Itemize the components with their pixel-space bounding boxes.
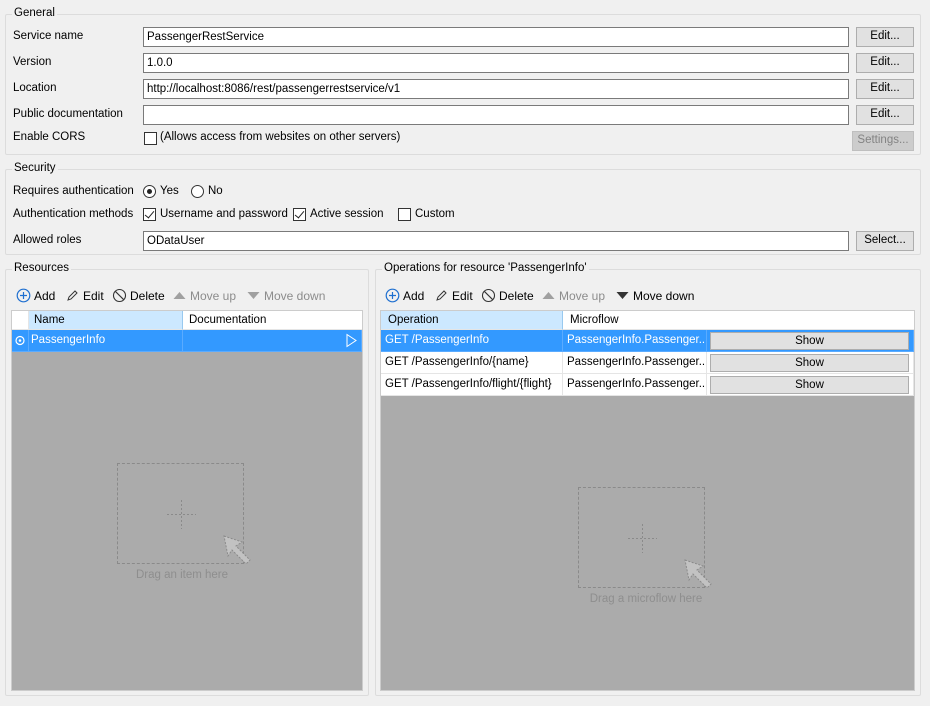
show-button[interactable]: Show [710, 332, 909, 350]
general-title: General [12, 7, 57, 19]
enable-cors-checkbox[interactable] [144, 132, 157, 145]
operation-cell[interactable]: GET /PassengerInfo [381, 330, 563, 352]
plus-icon [628, 524, 657, 553]
pencil-icon [436, 290, 447, 301]
operations-drop-zone[interactable] [578, 487, 712, 589]
version-field[interactable]: 1.0.0 [143, 53, 849, 73]
microflow-cell[interactable]: PassengerInfo.Passenger... [563, 374, 707, 396]
requires-auth-label: Requires authentication [13, 185, 134, 197]
operations-delete-button[interactable]: Delete [481, 288, 534, 303]
service-name-label: Service name [13, 30, 84, 42]
operations-edit-button[interactable]: Edit [434, 288, 473, 303]
triangle-down-icon [616, 292, 629, 299]
cursor-icon [684, 559, 712, 589]
enable-cors-text: (Allows access from websites on other se… [160, 131, 401, 143]
resources-drop-hint: Drag an item here [135, 569, 229, 581]
show-button[interactable]: Show [710, 376, 909, 394]
operations-grid[interactable]: Operation Microflow GET /PassengerInfo P… [380, 310, 915, 691]
allowed-roles-label: Allowed roles [13, 234, 82, 246]
auth-username-password-checkbox[interactable] [143, 208, 156, 221]
allowed-roles-field[interactable]: ODataUser [143, 231, 849, 251]
auth-username-password-label: Username and password [160, 208, 288, 220]
operations-column-operation[interactable]: Operation [381, 311, 563, 330]
operations-delete-label: Delete [499, 288, 534, 303]
resources-column-documentation[interactable]: Documentation [183, 311, 362, 330]
triangle-up-icon [542, 292, 555, 299]
resources-drop-zone[interactable] [117, 463, 251, 565]
operations-move-up-button[interactable]: Move up [541, 288, 605, 303]
resources-delete-label: Delete [130, 288, 165, 303]
allowed-roles-select-button[interactable]: Select... [856, 231, 914, 251]
plus-icon [167, 500, 196, 529]
row-expand-arrow-icon[interactable] [345, 333, 358, 348]
microflow-cell[interactable]: PassengerInfo.Passenger... [563, 330, 707, 352]
public-doc-field[interactable] [143, 105, 849, 125]
operations-move-down-label: Move down [633, 288, 695, 303]
location-edit-button[interactable]: Edit... [856, 79, 914, 99]
resources-edit-button[interactable]: Edit [65, 288, 104, 303]
auth-methods-label: Authentication methods [13, 208, 134, 220]
cors-settings-button[interactable]: Settings... [852, 131, 914, 151]
enable-cors-label: Enable CORS [13, 131, 86, 143]
add-icon [385, 288, 400, 303]
operations-add-label: Add [403, 288, 425, 303]
version-label: Version [13, 56, 52, 68]
requires-auth-no-radio[interactable] [191, 185, 204, 198]
requires-auth-no-label: No [208, 185, 223, 197]
resources-add-button[interactable]: Add [16, 288, 55, 303]
delete-icon [481, 288, 496, 303]
cursor-icon [223, 535, 251, 565]
location-field[interactable]: http://localhost:8086/rest/passengerrest… [143, 79, 849, 99]
resources-title: Resources [12, 262, 71, 274]
operations-drop-hint: Drag a microflow here [589, 593, 703, 605]
public-doc-label: Public documentation [13, 108, 123, 120]
operation-cell[interactable]: GET /PassengerInfo/flight/{flight} [381, 374, 563, 396]
operations-move-up-label: Move up [559, 288, 606, 303]
triangle-up-icon [173, 292, 186, 299]
resources-column-name[interactable]: Name [29, 311, 183, 330]
auth-active-session-checkbox[interactable] [293, 208, 306, 221]
resources-move-up-label: Move up [190, 288, 237, 303]
microflow-cell[interactable]: PassengerInfo.Passenger... [563, 352, 707, 374]
location-label: Location [13, 82, 57, 94]
auth-active-session-label: Active session [310, 208, 384, 220]
resources-add-label: Add [34, 288, 56, 303]
version-edit-button[interactable]: Edit... [856, 53, 914, 73]
requires-auth-yes-radio[interactable] [143, 185, 156, 198]
resources-row-documentation[interactable] [183, 330, 362, 352]
auth-custom-checkbox[interactable] [398, 208, 411, 221]
resources-delete-button[interactable]: Delete [112, 288, 165, 303]
resources-grid[interactable]: Name Documentation PassengerInfo Drag an… [11, 310, 363, 691]
pencil-icon [67, 290, 78, 301]
resources-row-icon-cell[interactable] [12, 330, 29, 352]
operations-move-down-button[interactable]: Move down [615, 288, 694, 303]
service-name-edit-button[interactable]: Edit... [856, 27, 914, 47]
rest-resource-icon [15, 335, 25, 346]
operations-edit-label: Edit [452, 288, 473, 303]
delete-icon [112, 288, 127, 303]
resources-move-up-button[interactable]: Move up [172, 288, 236, 303]
triangle-down-icon [247, 292, 260, 299]
add-icon [16, 288, 31, 303]
resources-move-down-label: Move down [264, 288, 326, 303]
public-doc-edit-button[interactable]: Edit... [856, 105, 914, 125]
resources-edit-label: Edit [83, 288, 104, 303]
show-button[interactable]: Show [710, 354, 909, 372]
resources-header-spacer [12, 311, 29, 330]
security-title: Security [12, 162, 58, 174]
auth-custom-label: Custom [415, 208, 455, 220]
resources-move-down-button[interactable]: Move down [246, 288, 325, 303]
operations-add-button[interactable]: Add [385, 288, 424, 303]
requires-auth-yes-label: Yes [160, 185, 179, 197]
resources-row-name[interactable]: PassengerInfo [29, 330, 183, 352]
operations-column-microflow[interactable]: Microflow [563, 311, 914, 330]
operations-title: Operations for resource 'PassengerInfo' [382, 262, 589, 274]
operation-cell[interactable]: GET /PassengerInfo/{name} [381, 352, 563, 374]
service-name-field[interactable]: PassengerRestService [143, 27, 849, 47]
